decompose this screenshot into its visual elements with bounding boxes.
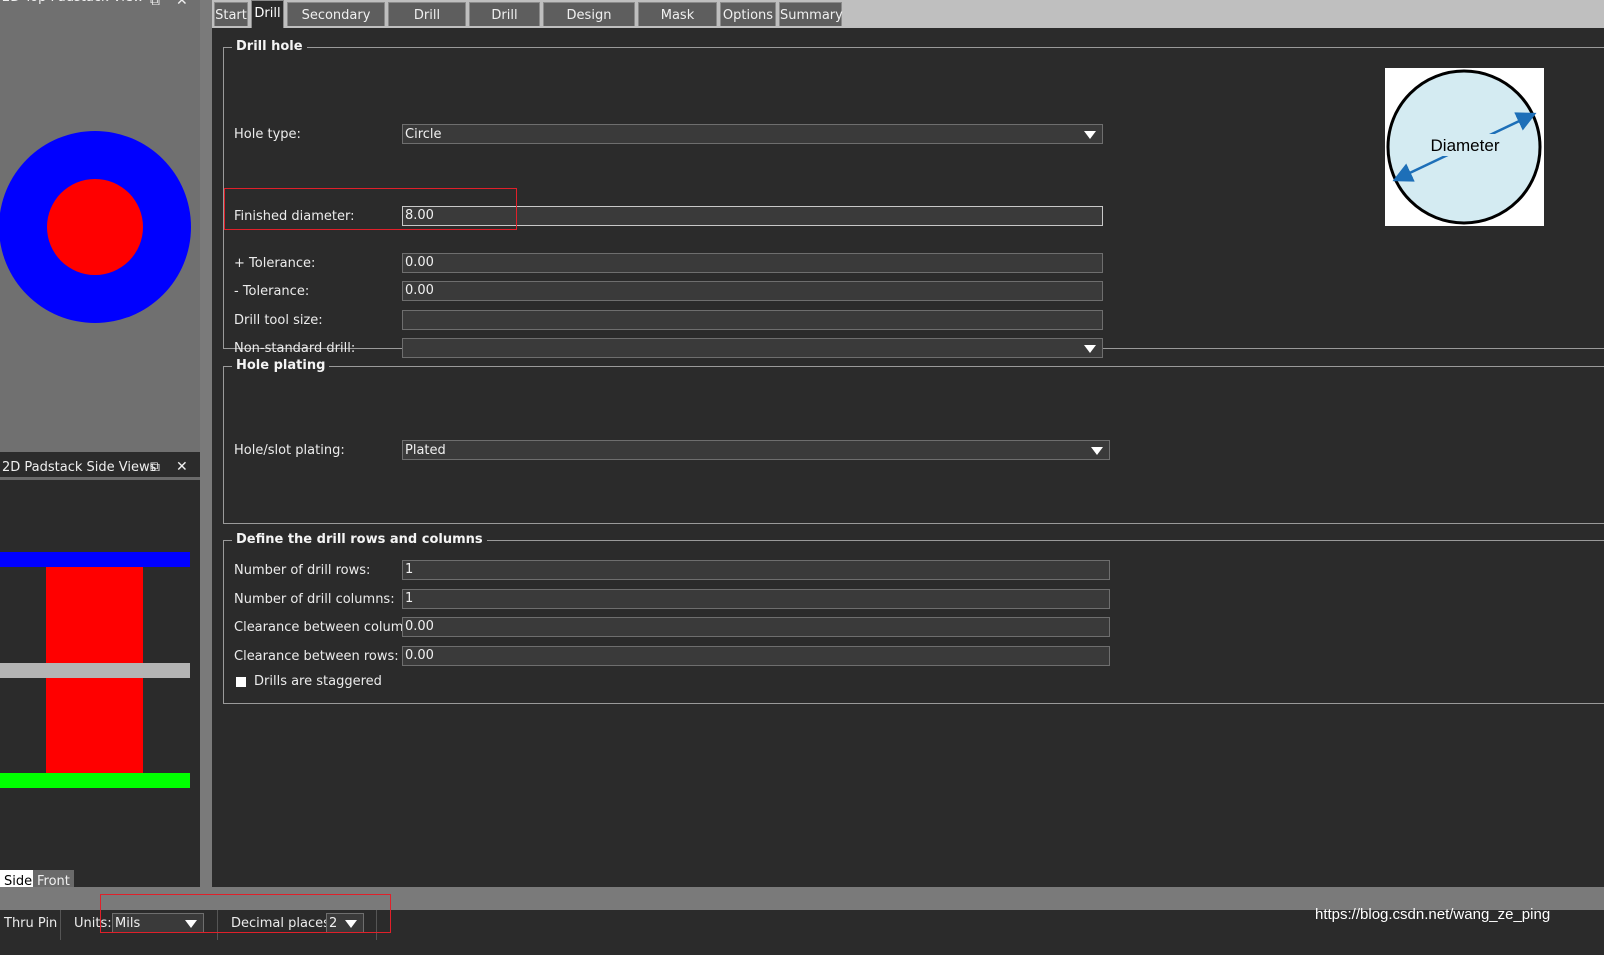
tab-design-layers[interactable]: Design Layers [543, 2, 635, 49]
tab-drill-offset[interactable]: Drill Offset [469, 2, 540, 49]
side-view-panel [0, 483, 200, 887]
chevron-down-icon [345, 920, 357, 928]
clearance-rows-label: Clearance between rows: [234, 649, 399, 664]
non-standard-drill-label: Non-standard drill: [234, 341, 356, 356]
side-views-title: 2D Padstack Side Views [2, 460, 157, 475]
separator [376, 910, 377, 940]
diameter-label: Diameter [1431, 136, 1500, 155]
finished-diameter-input[interactable] [402, 206, 1103, 226]
minus-tolerance-input[interactable] [402, 281, 1103, 301]
plus-tolerance-label: + Tolerance: [234, 256, 316, 271]
tab-drill-symbol[interactable]: Drill Symbol [388, 2, 466, 49]
tab-options[interactable]: Options [720, 2, 776, 26]
diameter-diagram: Diameter [1385, 68, 1544, 226]
close-panel-icon[interactable]: ✕ [176, 0, 188, 10]
units-value: Mils [115, 916, 141, 931]
hole-plating-group-title: Hole plating [232, 358, 330, 374]
drill-columns-label: Number of drill columns: [234, 592, 395, 607]
side-views-header: 2D Padstack Side Views ⧉ ✕ [0, 458, 200, 480]
staggered-checkbox[interactable] [236, 677, 246, 687]
chevron-down-icon [1091, 447, 1103, 455]
tab-summary[interactable]: Summary [779, 2, 843, 26]
staggered-label: Drills are staggered [254, 674, 382, 689]
pin-type-label: Thru Pin [4, 916, 58, 931]
decimal-places-dropdown[interactable]: 2 [326, 913, 364, 933]
clearance-rows-input[interactable] [402, 646, 1110, 666]
hole-plating-dropdown[interactable]: Plated [402, 440, 1110, 460]
clearance-columns-label: Clearance between columns: [234, 620, 423, 635]
finished-diameter-label: Finished diameter: [234, 209, 355, 224]
close-panel-icon[interactable]: ✕ [176, 458, 188, 476]
drill-rows-label: Number of drill rows: [234, 563, 371, 578]
inner-layer-pad [0, 663, 190, 678]
plus-tolerance-input[interactable] [402, 253, 1103, 273]
drill-rows-input[interactable] [402, 560, 1110, 580]
watermark-text: https://blog.csdn.net/wang_ze_ping [1315, 906, 1551, 923]
chevron-down-icon [1084, 345, 1096, 353]
float-panel-icon[interactable]: ⧉ [150, 0, 160, 10]
drill-rows-columns-group: Define the drill rows and columns Number… [223, 532, 1604, 704]
chevron-down-icon [1084, 131, 1096, 139]
hole-type-label: Hole type: [234, 127, 301, 142]
units-label: Units: [74, 916, 112, 931]
decimal-places-value: 2 [329, 916, 338, 931]
drill-hole-group-title: Drill hole [232, 39, 307, 55]
drill-tool-size-label: Drill tool size: [234, 313, 323, 328]
tab-secondary-drill[interactable]: Secondary Drill [287, 2, 385, 49]
tab-start[interactable]: Start [214, 2, 248, 26]
chevron-down-icon [185, 920, 197, 928]
top-view-panel [0, 0, 200, 452]
hole-plating-label: Hole/slot plating: [234, 443, 345, 458]
hole-type-value: Circle [405, 127, 442, 142]
drill-tool-size-input[interactable] [402, 310, 1103, 330]
splitter-vertical[interactable] [200, 0, 212, 910]
top-view-title: 2D Top Padstack View [0, 0, 200, 8]
non-standard-drill-dropdown[interactable] [402, 338, 1103, 358]
drill-hole-group: Drill hole Hole type: Circle Finished di… [223, 39, 1604, 358]
tab-bar: Start Drill Secondary Drill Drill Symbol… [212, 0, 1604, 49]
bottom-layer-pad [0, 773, 190, 788]
top-view-canvas [0, 131, 191, 323]
side-view-canvas [0, 552, 190, 788]
float-panel-icon[interactable]: ⧉ [150, 458, 160, 476]
tab-mask-layers[interactable]: Mask Layers [638, 2, 717, 49]
hole-plating-value: Plated [405, 443, 446, 458]
clearance-columns-input[interactable] [402, 617, 1110, 637]
top-layer-pad [0, 552, 190, 567]
decimal-places-label: Decimal places: [231, 916, 335, 931]
diameter-illustration: Diameter [1386, 69, 1542, 225]
separator [217, 910, 218, 940]
drill-rows-columns-group-title: Define the drill rows and columns [232, 532, 487, 548]
tab-drill[interactable]: Drill [251, 0, 284, 28]
hole-type-dropdown[interactable]: Circle [402, 124, 1103, 144]
drill-columns-input[interactable] [402, 589, 1110, 609]
drill-tab-content: Drill hole Hole type: Circle Finished di… [212, 28, 1604, 888]
minus-tolerance-label: - Tolerance: [234, 284, 310, 299]
units-dropdown[interactable]: Mils [112, 913, 204, 933]
separator [60, 910, 61, 940]
hole-plating-group: Hole plating Hole/slot plating: Plated [223, 358, 1604, 524]
drill-hole-shape [47, 179, 143, 275]
